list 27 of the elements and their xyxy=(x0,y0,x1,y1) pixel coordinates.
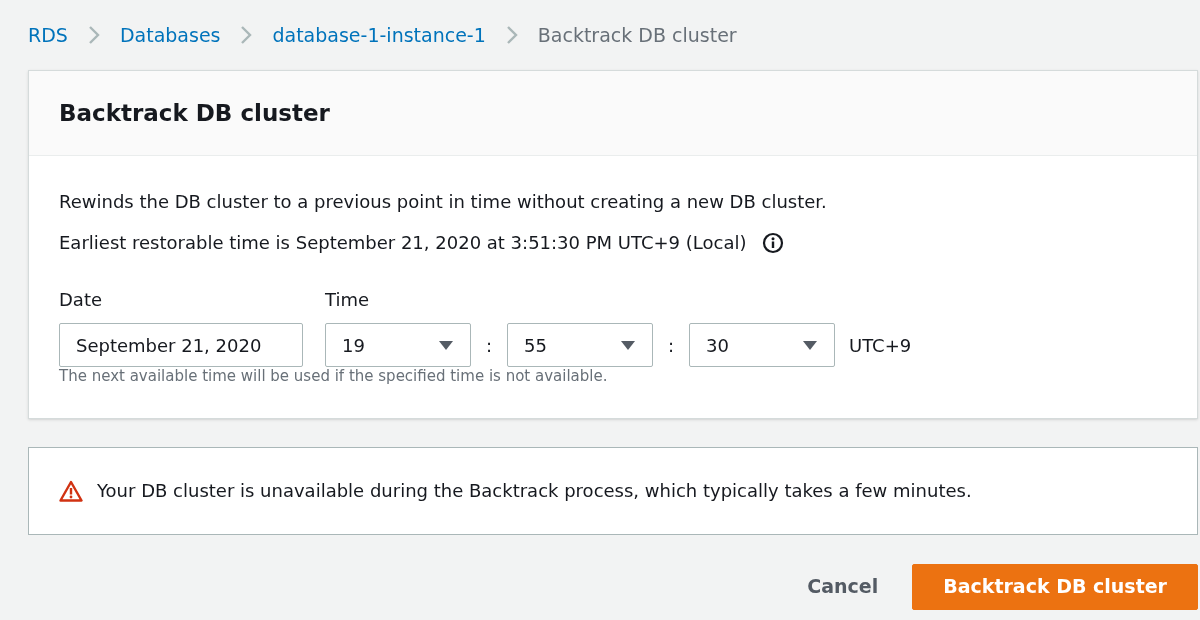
warning-icon xyxy=(59,479,83,502)
caret-icon xyxy=(620,339,636,351)
cancel-button[interactable]: Cancel xyxy=(801,563,885,610)
time-separator: : xyxy=(484,333,494,358)
card-title: Backtrack DB cluster xyxy=(59,98,330,128)
breadcrumb-link[interactable]: RDS xyxy=(28,20,68,50)
caret-icon xyxy=(802,339,818,351)
breadcrumb-link[interactable]: database-1-instance-1 xyxy=(272,20,486,50)
time-dropdown[interactable]: 19 xyxy=(325,323,471,367)
time-separator: : xyxy=(666,333,676,358)
time-label: Time xyxy=(325,288,371,312)
time-dropdown[interactable]: 55 xyxy=(507,323,653,367)
info-icon[interactable] xyxy=(762,231,785,254)
chevron-icon xyxy=(240,25,253,45)
hint-text: The next available time will be used if the specified time is not available. xyxy=(59,366,609,387)
date-label: Date xyxy=(59,288,104,312)
warning-text: Your DB cluster is unavailable during the Backtrack process, which typically takes a few minutes. xyxy=(97,479,972,503)
caret-icon xyxy=(438,339,454,351)
earliest-time-text: Earliest restorable time is September 21, 2020 at 3:51:30 PM UTC+9 (Local) xyxy=(59,231,747,255)
date-field[interactable]: September 21, 2020 xyxy=(59,323,303,367)
breadcrumb-current: Backtrack DB cluster xyxy=(537,22,737,48)
time-dropdown[interactable]: 30 xyxy=(689,323,835,367)
description-text: Rewinds the DB cluster to a previous point in time without creating a new DB cluster. xyxy=(59,190,828,214)
timezone-label: UTC+9 xyxy=(849,333,912,358)
breadcrumb-link[interactable]: Databases xyxy=(119,20,221,50)
chevron-icon xyxy=(87,25,100,45)
chevron-icon xyxy=(505,25,518,45)
